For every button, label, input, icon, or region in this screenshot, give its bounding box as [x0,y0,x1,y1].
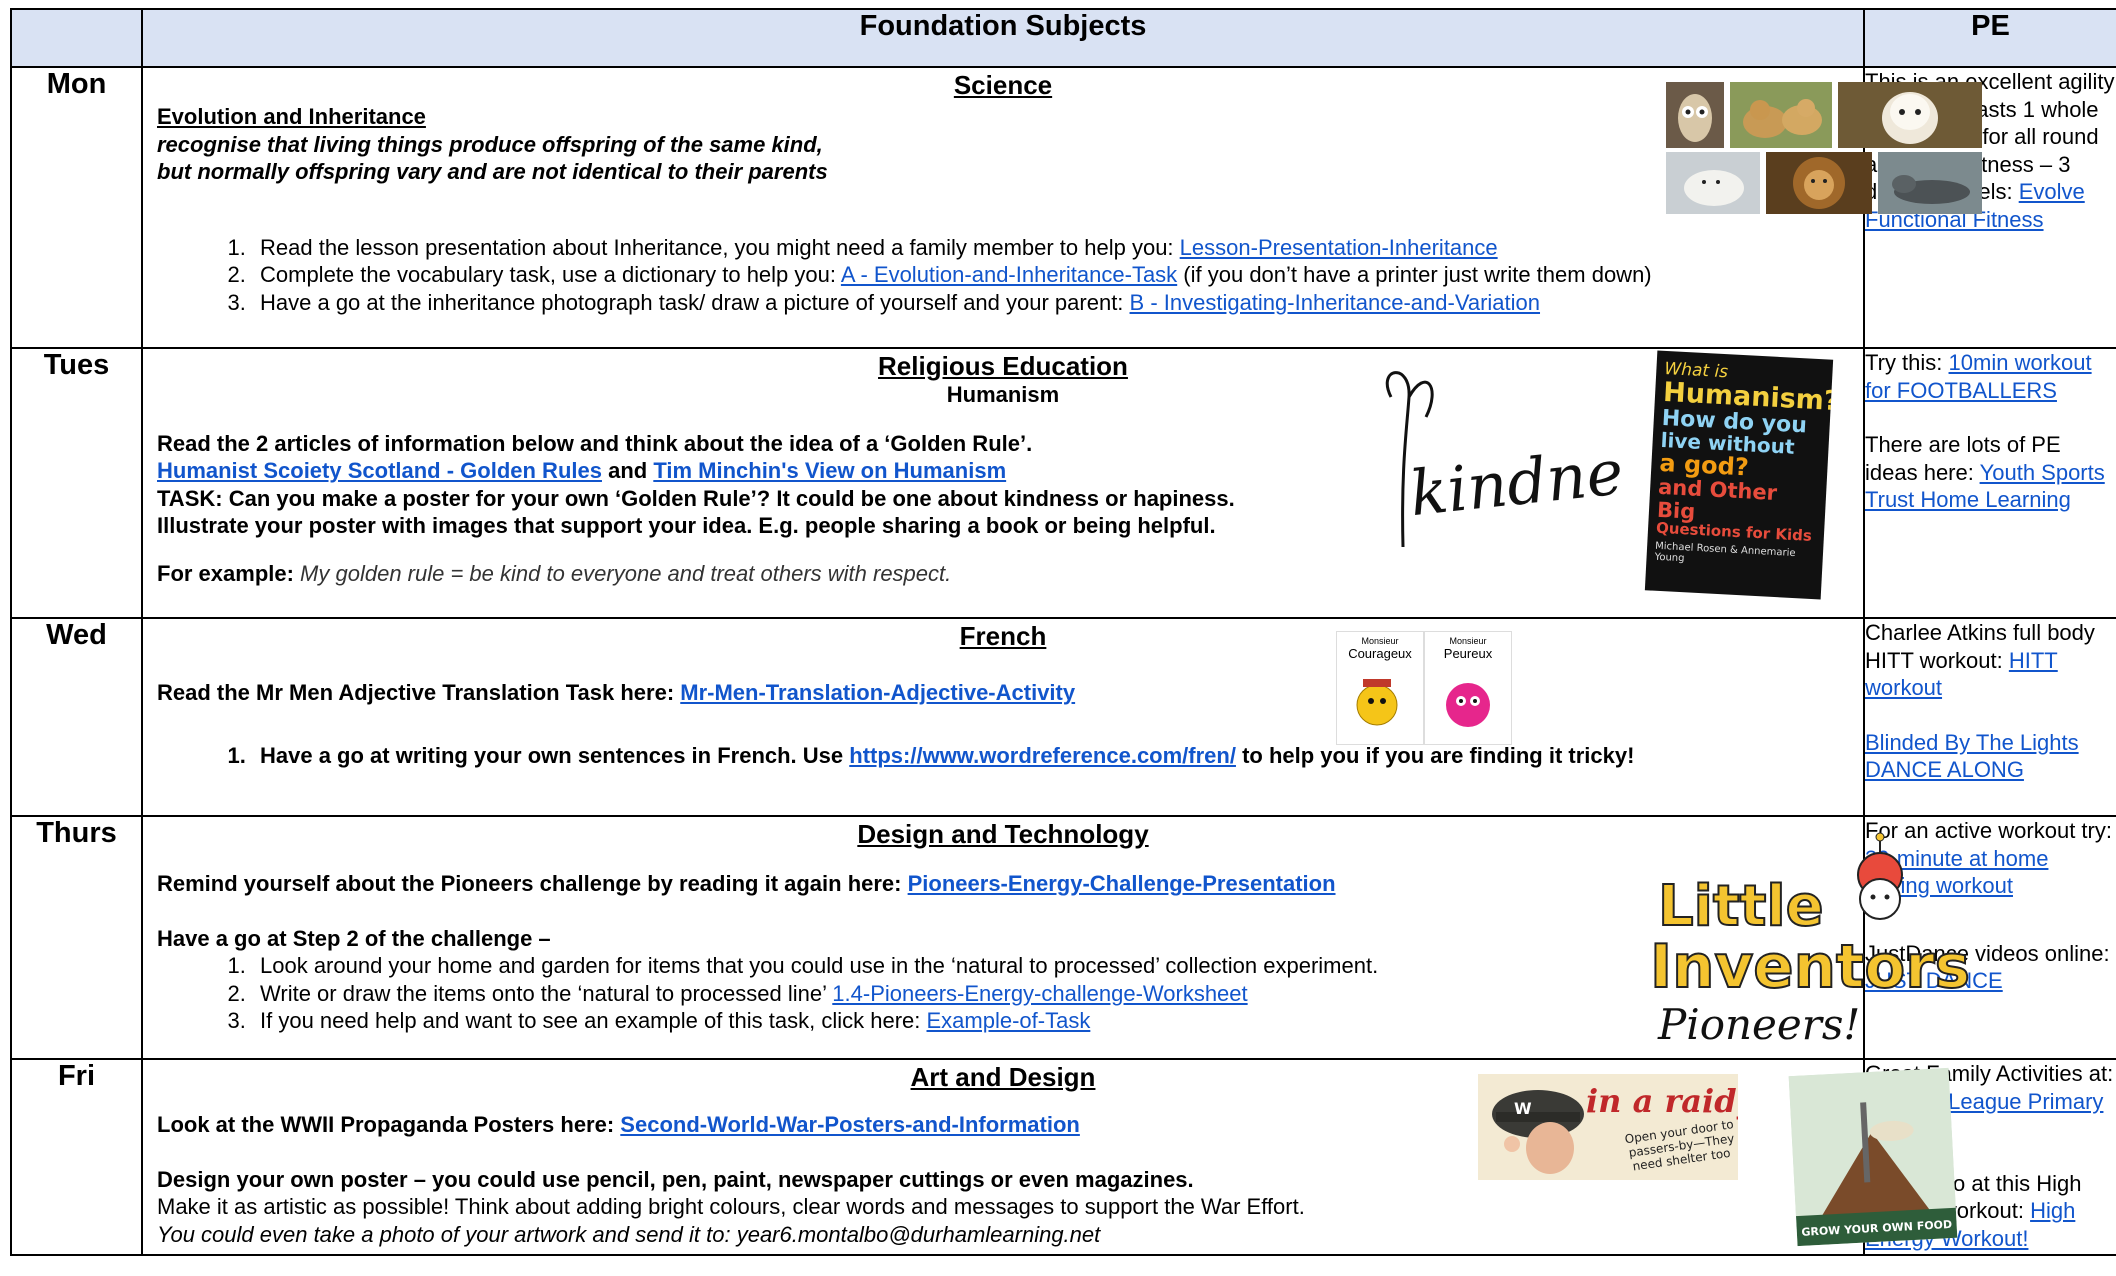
science-task-2: Complete the vocabulary task, use a dict… [252,261,1849,289]
tim-minchin-link[interactable]: Tim Minchin's View on Humanism [653,458,1006,483]
seal-photo [1878,152,1982,214]
pe-header: PE [1863,8,2116,68]
science-heading: Science [953,70,1053,100]
lion-photo [1766,152,1872,214]
dt-step: Have a go at Step 2 of the challenge – [157,925,551,951]
evolution-topic: Evolution and Inheritance [157,104,426,129]
french-intro: Read the Mr Men Adjective Translation Ta… [157,680,1076,705]
wednesday-row: Wed French Read the Mr Men Adjective Tra… [10,617,2116,817]
investigating-inheritance-link[interactable]: B - Investigating-Inheritance-and-Variat… [1130,290,1540,315]
day-column-header [10,8,143,68]
pioneers-worksheet-link[interactable]: 1.4-Pioneers-Energy-challenge-Worksheet [832,981,1247,1006]
little-inventors-logo: Little Inventors Pioneers! [1648,827,1978,1052]
french-heading: French [959,621,1047,651]
wordreference-link[interactable]: https://www.wordreference.com/fren/ [849,743,1236,768]
design-technology-cell: Design and Technology Remind yourself ab… [141,815,1971,1060]
monday-row: Mon Science Evolution and Inheritance re… [10,66,2116,349]
weekly-plan-table: Foundation Subjects PE Mon Science Evolu… [10,8,2116,1256]
objective-line-2: but normally offspring vary and are not … [157,159,828,184]
pe-cell-wed: Charlee Atkins full body HITT workout: H… [1863,617,2116,817]
monsieur-peureux-card: Monsieur Peureux [1424,631,1512,745]
pe-cell-tue: Try this: 10min workout for FOOTBALLERS … [1863,347,2116,619]
svg-text:Little: Little [1658,874,1824,939]
kindness-artwork: kindness [1371,357,1621,597]
tuesday-row: Tues Religious Education Humanism Read t… [10,347,2116,619]
dt-intro: Remind yourself about the Pioneers chall… [157,871,1336,896]
french-task-list: Have a go at writing your own sentences … [157,742,1849,770]
day-label-fri: Fri [10,1058,143,1256]
french-task-1: Have a go at writing your own sentences … [252,742,1849,770]
golden-rules-link[interactable]: Humanist Scoiety Scotland - Golden Rules [157,458,602,483]
day-label-thu: Thurs [10,815,143,1060]
dt-task-list: Look around your home and garden for ite… [157,952,1849,1035]
dt-task-1: Look around your home and garden for ite… [252,952,1849,980]
science-task-list: Read the lesson presentation about Inher… [157,234,1849,317]
lion-cubs-photo [1730,82,1832,148]
ww2-posters-link[interactable]: Second-World-War-Posters-and-Information [620,1112,1080,1137]
art-artistic-line: Make it as artistic as possible! Think a… [157,1194,1305,1219]
art-design-cell: Art and Design Look at the WWII Propagan… [141,1058,1958,1256]
thursday-row: Thurs Design and Technology Remind yours… [10,815,2116,1060]
dt-task-2: Write or draw the items onto the ‘natura… [252,980,1849,1008]
svg-text:Pioneers!: Pioneers! [1657,1000,1860,1049]
foundation-subjects-header: Foundation Subjects [141,8,1865,68]
svg-text:in a raid_: in a raid_ [1586,1082,1738,1120]
french-cell: French Read the Mr Men Adjective Transla… [141,617,1865,817]
objective-line-1: recognise that living things produce off… [157,131,823,157]
svg-text:kindness: kindness [1406,429,1621,531]
religious-education-cell: Religious Education Humanism Read the 2 … [141,347,1865,619]
blinded-by-the-lights-link[interactable]: Blinded By The Lights DANCE ALONG [1865,730,2079,783]
monsieur-courageux-card: Monsieur Courageux [1336,631,1424,745]
seal-pup-photo [1666,152,1760,214]
pioneers-presentation-link[interactable]: Pioneers-Energy-Challenge-Presentation [908,871,1336,896]
barn-owl-photo [1838,82,1982,148]
dt-task-3: If you need help and want to see an exam… [252,1007,1849,1035]
science-task-3: Have a go at the inheritance photograph … [252,289,1849,317]
in-a-raid-poster: W in a raid_ Open your door to passers-b… [1478,1074,1738,1180]
svg-text:Inventors: Inventors [1650,932,1970,1002]
owl-photo [1666,82,1724,148]
evolution-task-link[interactable]: A - Evolution-and-Inheritance-Task [841,262,1177,287]
science-cell: Science Evolution and Inheritance recogn… [141,66,1982,349]
day-label-wed: Wed [10,617,143,817]
day-label-tue: Tues [10,347,143,619]
day-label-mon: Mon [10,66,143,349]
mr-men-activity-link[interactable]: Mr-Men-Translation-Adjective-Activity [680,680,1075,705]
svg-text:W: W [1514,1099,1532,1118]
lesson-presentation-link[interactable]: Lesson-Presentation-Inheritance [1180,235,1498,260]
header-row: Foundation Subjects PE [10,8,2116,68]
dt-heading: Design and Technology [857,819,1149,849]
grow-your-own-poster: GROW YOUR OWN FOOD [1788,1067,1958,1247]
friday-row: Fri Art and Design Look at the WWII Prop… [10,1058,2116,1256]
science-task-1: Read the lesson presentation about Inher… [252,234,1849,262]
example-of-task-link[interactable]: Example-of-Task [927,1008,1091,1033]
art-photo-line: You could even take a photo of your artw… [157,1221,1101,1247]
humanism-book-cover: What is Humanism? How do you live withou… [1644,350,1834,600]
